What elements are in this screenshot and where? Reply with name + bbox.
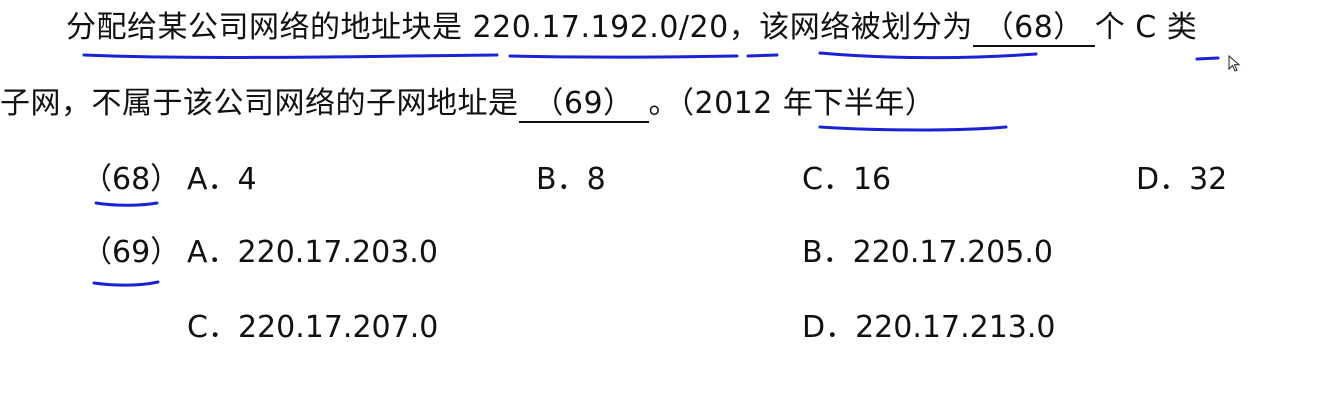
annotation-underline-q68 [94,201,159,207]
question-text-2-end: 。（2012 年下半年） [648,86,936,121]
annotation-underline-c-class [1195,56,1220,61]
answer-blank-69: （69） [518,87,649,123]
q69-option-c[interactable]: C．220.17.207.0 [187,308,438,348]
q69-option-a[interactable]: A．220.17.203.0 [187,233,438,273]
annotation-underline-stem [82,53,499,59]
q69-option-b[interactable]: B．220.17.205.0 [802,233,1053,273]
question-text-2: 子网，不属于该公司网络的子网地址是 [0,86,519,121]
mouse-cursor-icon [1228,55,1241,72]
q68-label: （68） [82,162,181,197]
q69-label: （69） [82,235,181,270]
q68-option-c[interactable]: C．16 [802,160,891,200]
q68-option-a[interactable]: A．4 [187,160,257,200]
q68-option-d[interactable]: D．32 [1136,160,1227,200]
q69-option-d[interactable]: D．220.17.213.0 [802,308,1056,348]
annotation-underline-division [818,51,1038,60]
annotation-underline-slash [746,53,779,58]
annotation-underline-q69 [92,280,160,287]
question-line-1: 分配给某公司网络的地址块是 220.17.192.0/20，该网络被划分为 （68… [66,8,1197,48]
annotation-underline-year [818,125,1008,132]
answer-blank-68: （68） [972,11,1095,47]
q68-option-b[interactable]: B．8 [536,160,606,200]
question-text-1: 分配给某公司网络的地址块是 220.17.192.0/20，该网络被划分为 [66,10,973,45]
question-text-1-end: 个 C 类 [1094,10,1198,45]
question-line-2: 子网，不属于该公司网络的子网地址是 （69） 。（2012 年下半年） [0,84,935,124]
annotation-underline-address [508,54,739,59]
